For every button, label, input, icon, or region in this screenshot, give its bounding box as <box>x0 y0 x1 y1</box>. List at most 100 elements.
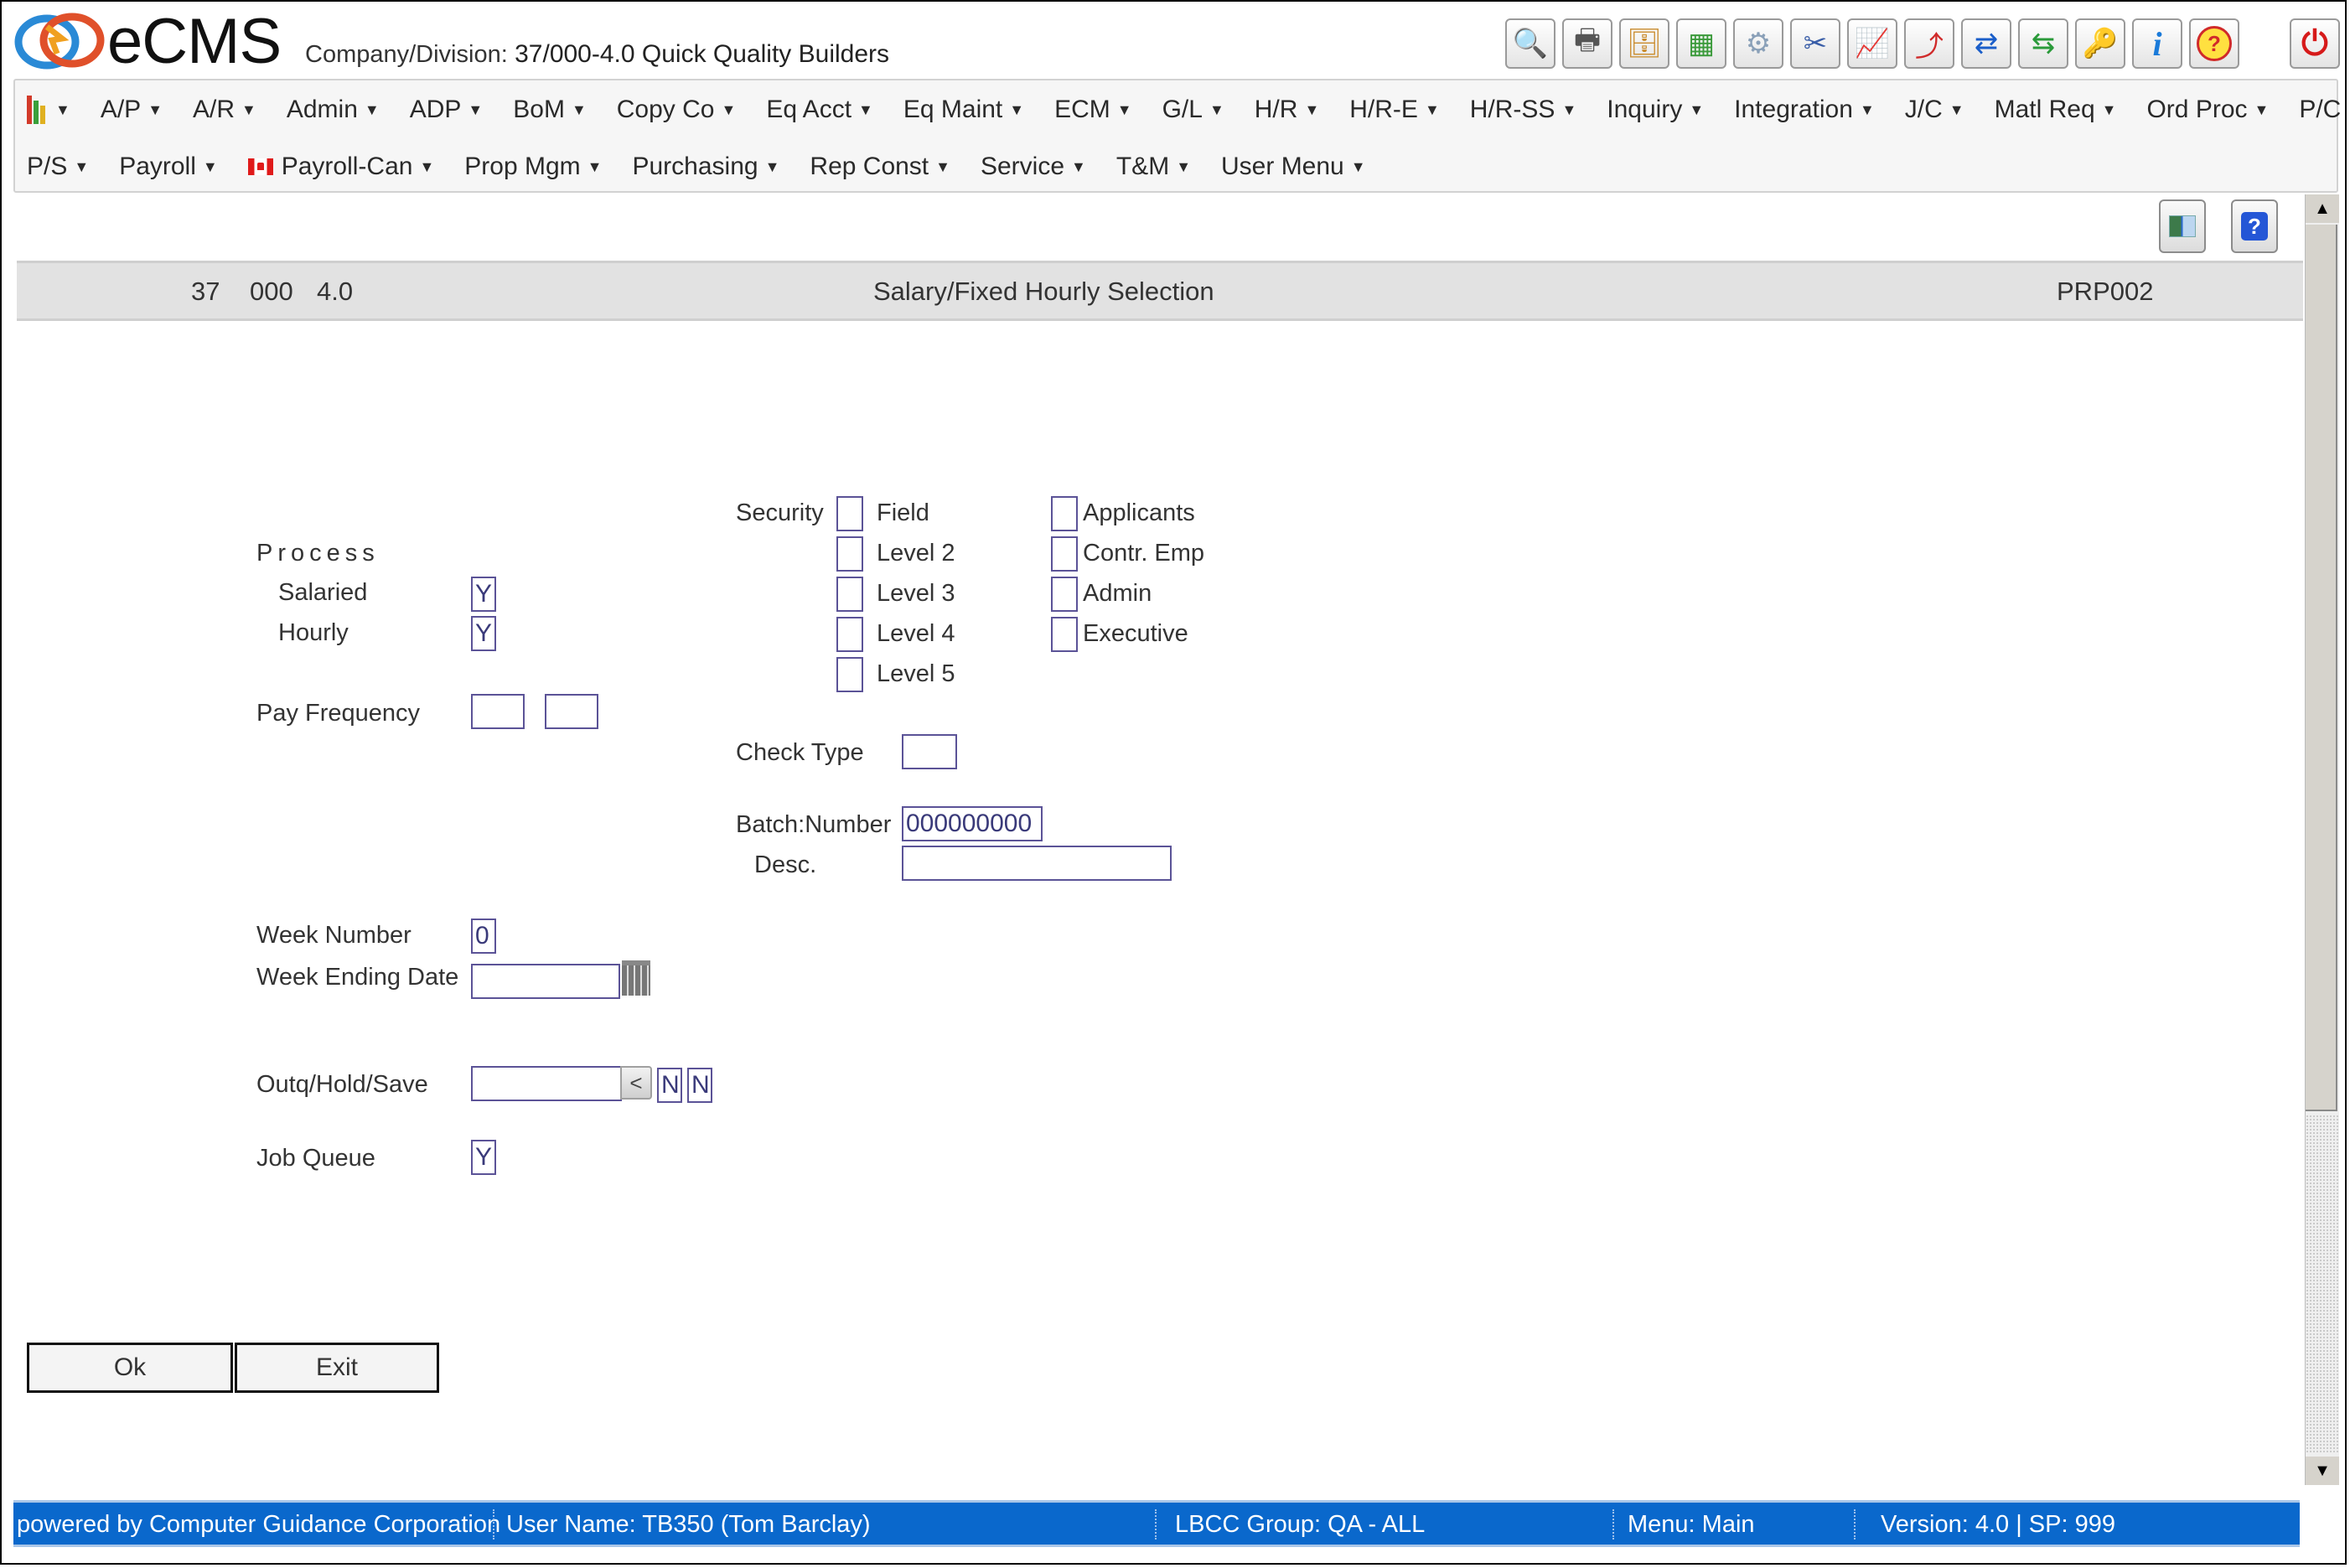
menu-item-user-menu[interactable]: User Menu ▼ <box>1221 153 1366 181</box>
main-menu: ▼ A/P ▼ A/R ▼ Admin ▼ ADP ▼ BoM ▼ Copy Co ▼ Eq Acct ▼… <box>13 79 2350 193</box>
spreadsheet-button[interactable]: ▦ <box>1676 18 1726 69</box>
menu-item-purchasing[interactable]: Purchasing ▼ <box>632 153 779 181</box>
security-checkbox-field[interactable] <box>836 496 863 531</box>
menu-row-2: P/S ▼ Payroll ▼ Payroll-Can ▼ Prop Mgm ▼ Purchas… <box>27 153 1396 181</box>
menu-item-admin[interactable]: Admin ▼ <box>287 96 380 124</box>
menu-item-g-l[interactable]: G/L ▼ <box>1162 96 1224 124</box>
file-cabinet-button[interactable]: 🗄 <box>1619 18 1669 69</box>
menu-item-h-r-ss[interactable]: H/R-SS ▼ <box>1470 96 1577 124</box>
security-option-label: Field <box>877 499 929 526</box>
menu-item-service[interactable]: Service ▼ <box>981 153 1086 181</box>
menu-item-copy-co[interactable]: Copy Co ▼ <box>617 96 737 124</box>
info-button[interactable]: i <box>2132 18 2182 69</box>
menu-item-payroll[interactable]: Payroll ▼ <box>119 153 218 181</box>
scroll-track[interactable] <box>2306 1115 2339 1453</box>
hold-field[interactable] <box>657 1068 682 1103</box>
menu-item-p-s[interactable]: P/S ▼ <box>27 153 89 181</box>
trend-up-button[interactable]: 📈 <box>1847 18 1897 69</box>
menu-item-matl-req[interactable]: Matl Req ▼ <box>1995 96 2117 124</box>
program-id: PRP002 <box>2057 277 2154 306</box>
trend-compare-button[interactable]: ⤴ <box>1904 18 1954 69</box>
page-help-button[interactable]: ? <box>2231 199 2278 253</box>
menu-item-h-r-e[interactable]: H/R-E ▼ <box>1349 96 1440 124</box>
menu-item-adp[interactable]: ADP ▼ <box>410 96 484 124</box>
company-division: Company/Division: 37/000-4.0 Quick Quali… <box>305 40 889 69</box>
menu-item-label: BoM <box>513 96 565 123</box>
check-type-label: Check Type <box>736 739 864 766</box>
week-number-field[interactable] <box>471 919 496 954</box>
menu-item-a-r[interactable]: A/R ▼ <box>193 96 256 124</box>
pay-frequency-field-2[interactable] <box>545 694 598 729</box>
security-checkbox-executive[interactable] <box>1051 617 1078 652</box>
outq-lookup-button[interactable]: < <box>620 1066 652 1100</box>
chevron-down-icon: ▼ <box>1561 101 1577 118</box>
menu-item-integration[interactable]: Integration ▼ <box>1734 96 1875 124</box>
status-divider <box>1612 1509 1614 1540</box>
chevron-down-icon: ▼ <box>1116 101 1132 118</box>
outq-label: Outq/Hold/Save <box>256 1071 428 1098</box>
menu-item-ord-proc[interactable]: Ord Proc ▼ <box>2146 96 2269 124</box>
outq-field[interactable] <box>471 1066 622 1101</box>
security-checkbox-level-3[interactable] <box>836 577 863 612</box>
ok-button[interactable]: Ok <box>27 1343 233 1393</box>
window-transfer-button[interactable]: ⇆ <box>2018 18 2068 69</box>
keys-button[interactable]: 🔑 <box>2075 18 2125 69</box>
scroll-up-button[interactable]: ▲ <box>2306 194 2339 223</box>
job-queue-field[interactable] <box>471 1140 496 1175</box>
menu-item-label: J/C <box>1904 96 1943 123</box>
security-checkbox-level-2[interactable] <box>836 536 863 572</box>
menu-item-label: A/R <box>193 96 236 123</box>
security-checkbox-admin[interactable] <box>1051 577 1078 612</box>
desc-label: Desc. <box>754 851 817 878</box>
chevron-down-icon: ▼ <box>241 101 256 118</box>
vertical-scrollbar[interactable]: ▲ ▼ <box>2305 194 2339 1485</box>
menu-item-t-m[interactable]: T&M ▼ <box>1116 153 1191 181</box>
week-number-label: Week Number <box>256 922 412 949</box>
web-search-button[interactable]: 🔍 <box>1505 18 1555 69</box>
menu-item-a-p[interactable]: A/P ▼ <box>101 96 163 124</box>
menu-item-bom[interactable]: BoM ▼ <box>513 96 587 124</box>
layout-toggle-button[interactable] <box>2159 199 2206 253</box>
menu-item-payroll-can[interactable]: Payroll-Can ▼ <box>247 153 434 181</box>
save-field[interactable] <box>687 1068 712 1103</box>
menu-item-j-c[interactable]: J/C ▼ <box>1905 96 1964 124</box>
menu-item-ecm[interactable]: ECM ▼ <box>1054 96 1132 124</box>
menu-item-dashboard[interactable]: ▼ <box>27 96 70 124</box>
week-ending-date-field[interactable] <box>471 964 620 999</box>
security-checkbox-contr-emp[interactable] <box>1051 536 1078 572</box>
refresh-button[interactable]: ⇄ <box>1961 18 2011 69</box>
help-button[interactable]: ? <box>2189 18 2239 69</box>
gear-button[interactable]: ⚙ <box>1733 18 1783 69</box>
salaried-field[interactable] <box>471 577 496 612</box>
security-checkbox-level-5[interactable] <box>836 657 863 692</box>
calendar-icon[interactable] <box>622 960 650 996</box>
chevron-down-icon: ▼ <box>364 101 380 118</box>
hourly-field[interactable] <box>471 616 496 651</box>
menu-item-eq-acct[interactable]: Eq Acct ▼ <box>766 96 873 124</box>
scroll-thumb[interactable] <box>2306 225 2337 1111</box>
security-checkbox-applicants[interactable] <box>1051 496 1078 531</box>
menu-item-p-c[interactable]: P/C▼ <box>2299 96 2350 124</box>
hourly-label: Hourly <box>278 619 349 646</box>
menu-item-inquiry[interactable]: Inquiry ▼ <box>1607 96 1704 124</box>
check-type-field[interactable] <box>902 734 957 769</box>
power-button[interactable]: ⏻ <box>2290 18 2340 69</box>
menu-item-eq-maint[interactable]: Eq Maint ▼ <box>903 96 1024 124</box>
pay-frequency-field-1[interactable] <box>471 694 525 729</box>
scroll-down-button[interactable]: ▼ <box>2306 1457 2339 1485</box>
printer-button[interactable]: 🖶 <box>1562 18 1612 69</box>
menu-item-label: Payroll <box>119 153 196 180</box>
batch-number-label: Batch:Number <box>736 811 892 838</box>
exit-button[interactable]: Exit <box>235 1343 439 1393</box>
desc-field[interactable] <box>902 846 1172 881</box>
keys-icon: 🔑 <box>2082 28 2119 60</box>
batch-number-field[interactable] <box>902 806 1043 841</box>
menu-item-rep-const[interactable]: Rep Const ▼ <box>810 153 950 181</box>
menu-item-prop-mgm[interactable]: Prop Mgm ▼ <box>464 153 602 181</box>
security-checkbox-level-4[interactable] <box>836 617 863 652</box>
triangle-up-icon: ▲ <box>2314 199 2331 218</box>
tools-button[interactable]: ✂ <box>1790 18 1840 69</box>
title-version: 4.0 <box>317 277 354 306</box>
spreadsheet-icon: ▦ <box>1687 28 1716 60</box>
menu-item-h-r[interactable]: H/R ▼ <box>1255 96 1320 124</box>
